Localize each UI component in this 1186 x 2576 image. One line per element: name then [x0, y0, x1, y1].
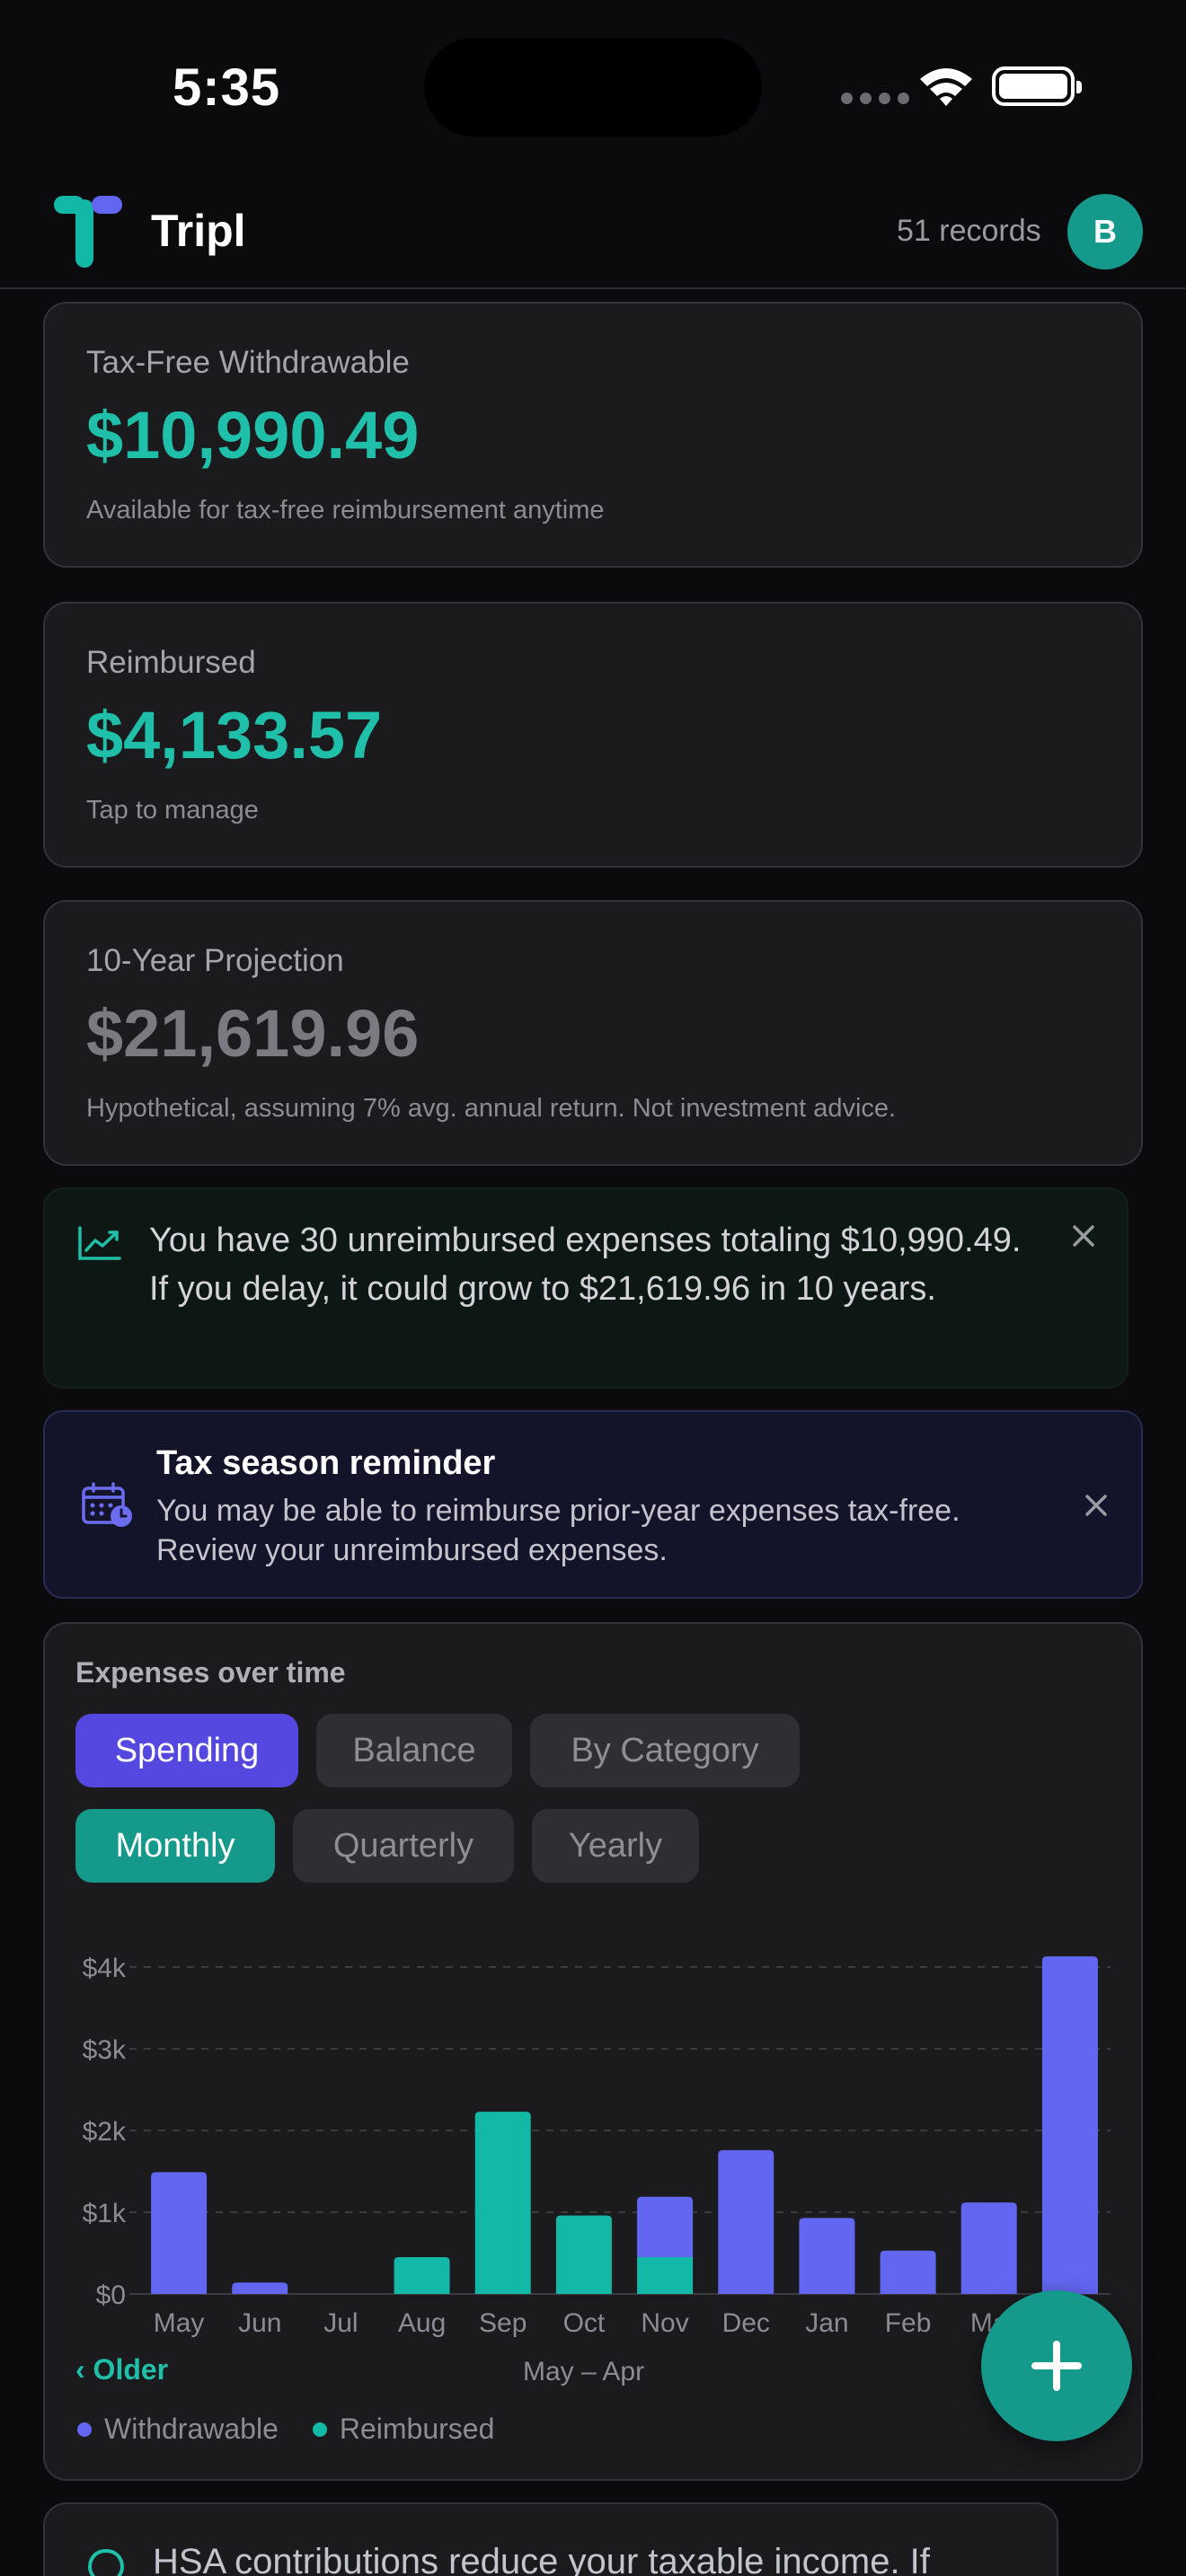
bar-withdrawable [151, 2172, 208, 2294]
tab-yearly[interactable]: Yearly [532, 1809, 699, 1883]
y-tick-label: $2k [83, 2117, 127, 2147]
avatar[interactable]: B [1067, 194, 1143, 269]
close-icon[interactable] [1078, 1487, 1114, 1523]
x-tick-label: Jul [323, 2308, 358, 2338]
card-label: 10-Year Projection [86, 943, 344, 978]
older-label: Older [93, 2353, 169, 2386]
lightbulb-icon [87, 2548, 125, 2576]
status-bar: 5:35 [0, 0, 1186, 171]
bar-withdrawable [718, 2149, 774, 2294]
bar-withdrawable [232, 2282, 288, 2294]
legend-reimbursed: Reimbursed [339, 2413, 495, 2445]
y-tick-label: $1k [83, 2199, 127, 2228]
projection-card: 10-Year Projection $21,619.96 Hypothetic… [43, 900, 1143, 1166]
older-button[interactable]: ‹ Older [75, 2353, 168, 2386]
bar-reimbursed [637, 2257, 694, 2294]
app-header: Tripl 51 records B [0, 171, 1186, 289]
x-tick-label: May [154, 2308, 205, 2338]
tab-spending[interactable]: Spending [75, 1714, 298, 1787]
expenses-bar-chart: $0 $1k $2k $3k $4k May Jun Jul Aug Sep Oct Nov Dec Ja… [83, 1954, 1111, 2338]
card-subtitle: Available for tax-free reimbursement any… [86, 496, 605, 525]
card-subtitle: Hypothetical, assuming 7% avg. annual re… [86, 1094, 897, 1123]
x-tick-label: Dec [722, 2308, 770, 2338]
x-tick-label: Aug [398, 2308, 446, 2338]
chart-title: Expenses over time [75, 1656, 346, 1689]
tip-card: HSA contributions reduce your taxable in… [43, 2502, 1058, 2576]
x-tick-label: Oct [563, 2308, 606, 2338]
trend-up-icon [78, 1226, 121, 1260]
x-tick-label: Jan [805, 2308, 848, 2338]
wifi-icon [920, 68, 972, 106]
tax-reminder-text: You may be able to reimburse prior-year … [156, 1494, 960, 1567]
x-tick-label: Jun [238, 2308, 281, 2338]
expenses-chart-card: Expenses over time Spending Balance By C… [43, 1622, 1143, 2481]
chevron-left-icon: ‹ [75, 2353, 85, 2386]
bar-reimbursed [555, 2215, 612, 2294]
y-tick-label: $4k [83, 1954, 127, 1983]
date-range-label: May – Apr [523, 2357, 645, 2386]
app-logo [52, 196, 124, 268]
chart-legend: Withdrawable Reimbursed [77, 2413, 494, 2446]
x-tick-label: Sep [479, 2308, 527, 2338]
app-name: Tripl [151, 206, 246, 256]
bar-withdrawable [637, 2196, 694, 2258]
projection-amount: $21,619.96 [86, 996, 420, 1071]
add-expense-button[interactable] [981, 2290, 1132, 2441]
card-label: Reimbursed [86, 645, 256, 680]
reimbursed-amount: $4,133.57 [86, 698, 383, 772]
tax-reminder-banner[interactable]: Tax season reminder You may be able to r… [43, 1410, 1143, 1599]
card-label: Tax-Free Withdrawable [86, 345, 410, 380]
y-tick-label: $0 [96, 2280, 126, 2310]
battery-icon [992, 66, 1082, 106]
calendar-clock-icon [82, 1482, 132, 1527]
tab-by-category[interactable]: By Category [530, 1714, 800, 1787]
withdrawable-card[interactable]: Tax-Free Withdrawable $10,990.49 Availab… [43, 302, 1143, 568]
legend-withdrawable: Withdrawable [104, 2413, 279, 2445]
legend-swatch-reimbursed [312, 2422, 327, 2437]
bar-withdrawable [880, 2250, 936, 2294]
card-subtitle: Tap to manage [86, 796, 259, 825]
bar-reimbursed [474, 2112, 531, 2294]
legend-swatch-withdrawable [77, 2422, 92, 2437]
withdrawable-amount: $10,990.49 [86, 398, 420, 472]
growth-banner-text: You have 30 unreimbursed expenses totali… [149, 1222, 1022, 1308]
dynamic-island [424, 38, 762, 137]
bar-withdrawable [960, 2202, 1017, 2294]
plus-icon [1031, 2341, 1082, 2391]
x-tick-label: Nov [641, 2308, 688, 2338]
x-tick-label: Feb [885, 2308, 932, 2338]
growth-banner: You have 30 unreimbursed expenses totali… [43, 1187, 1128, 1389]
bar-withdrawable [1041, 1956, 1098, 2294]
tab-quarterly[interactable]: Quarterly [293, 1809, 514, 1883]
bar-withdrawable [799, 2218, 855, 2294]
tab-balance[interactable]: Balance [316, 1714, 512, 1787]
close-icon[interactable] [1066, 1218, 1102, 1254]
bar-reimbursed [394, 2257, 450, 2294]
reimbursed-card[interactable]: Reimbursed $4,133.57 Tap to manage [43, 602, 1143, 868]
tab-monthly[interactable]: Monthly [75, 1809, 275, 1883]
records-count: 51 records [897, 214, 1041, 248]
cellular-signal-icon [841, 93, 909, 104]
y-tick-label: $3k [83, 2035, 127, 2065]
status-time: 5:35 [173, 58, 281, 117]
tax-reminder-title: Tax season reminder [156, 1444, 496, 1482]
tip-text: HSA contributions reduce your taxable in… [153, 2542, 930, 2576]
